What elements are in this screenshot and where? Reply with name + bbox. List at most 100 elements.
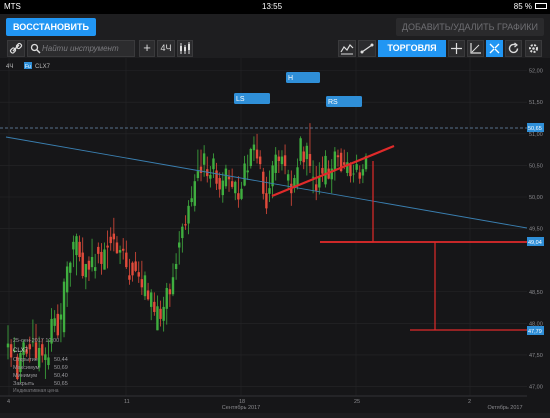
y-tick-label: 51,00	[529, 132, 543, 138]
info-open-val: 50,44	[54, 357, 68, 363]
candle-body	[221, 180, 224, 196]
candle-body	[47, 357, 50, 366]
candle-body	[358, 172, 361, 179]
chart-type-button[interactable]	[338, 40, 356, 57]
candle-body	[274, 154, 277, 173]
candle-body	[352, 173, 355, 175]
candle-body	[237, 193, 240, 200]
refresh-button[interactable]	[505, 40, 522, 57]
candle-body	[87, 260, 91, 270]
refresh-icon	[508, 42, 519, 54]
link-button[interactable]	[7, 40, 25, 57]
chart-timeframe-label: 4Ч	[6, 64, 13, 70]
candle-body	[41, 344, 44, 356]
carrier-label: MTS	[4, 2, 21, 11]
candles	[6, 123, 368, 383]
clock-label: 13:55	[262, 2, 283, 11]
candle-body	[121, 248, 125, 251]
target-tag-1-text: 49,04	[528, 240, 542, 246]
candle-body	[56, 313, 60, 336]
settings-button[interactable]	[525, 40, 542, 57]
candle-body	[255, 149, 259, 159]
candle-body	[53, 318, 56, 326]
add-remove-charts-button[interactable]: ДОБАВИТЬ/УДАЛИТЬ ГРАФИКИ	[395, 18, 544, 36]
candle-body	[97, 246, 100, 254]
restore-button[interactable]: ВОССТАНОВИТЬ	[6, 18, 96, 36]
x-tick-label: 2	[468, 399, 471, 405]
candle-body	[137, 272, 140, 277]
candle-body	[143, 275, 147, 297]
candle-body	[115, 242, 119, 254]
info-close-val: 50,65	[54, 381, 68, 387]
fullscreen-button[interactable]	[486, 40, 503, 57]
price-chart[interactable]: 52,0051,5051,0050,5050,0049,5048,5048,00…	[0, 58, 550, 413]
trendline-icon	[360, 43, 374, 54]
axis-icon	[470, 43, 481, 54]
candle-body	[34, 342, 38, 359]
x-tick-label: 25	[354, 399, 360, 405]
info-high-val: 50,69	[54, 365, 68, 371]
chart-area[interactable]: 52,00 51,50 51,00 50,50 50,00 49,50 48,50 48,00…	[0, 58, 550, 413]
candle-body	[156, 306, 159, 331]
add-instrument-button[interactable]: +	[139, 40, 155, 57]
gear-icon	[529, 44, 538, 53]
candle-body	[321, 167, 324, 174]
candle-body	[178, 242, 181, 248]
candle-body	[90, 257, 94, 268]
candle-body	[212, 158, 215, 170]
indicators-button[interactable]	[177, 40, 193, 57]
candle-body	[100, 251, 103, 264]
crosshair-button[interactable]	[448, 40, 465, 57]
status-bar: MTS 13:55 85 %	[0, 0, 550, 14]
info-footer: Индикативная цена	[13, 388, 59, 394]
candle-body	[252, 144, 256, 151]
trade-button[interactable]: ТОРГОВЛЯ	[378, 40, 446, 57]
neckline	[271, 144, 395, 198]
candle-body	[6, 343, 10, 348]
candle-body	[265, 193, 268, 209]
search-input[interactable]	[42, 42, 132, 55]
info-low-val: 50,40	[54, 373, 68, 379]
candle-body	[283, 155, 287, 167]
battery-label: 85 %	[513, 2, 532, 11]
candle-body	[234, 181, 237, 194]
info-low-key: Минимум	[13, 373, 37, 379]
candle-body	[227, 176, 231, 180]
candle-body	[28, 344, 31, 350]
search-icon	[30, 43, 41, 54]
draw-line-button[interactable]	[358, 40, 376, 57]
instrument-search[interactable]	[27, 40, 135, 57]
candle-body	[62, 281, 66, 333]
plus-icon: +	[143, 40, 151, 55]
info-symbol: CLX7	[13, 348, 29, 354]
collapse-icon	[489, 43, 500, 54]
candle-body	[174, 263, 178, 270]
toolbar: + 4Ч ТОРГОВЛЯ	[0, 40, 550, 58]
candle-body	[240, 188, 243, 199]
candle-body	[333, 151, 337, 171]
candle-body	[184, 224, 187, 226]
candle-body	[268, 188, 271, 194]
y-tick-label: 47,50	[529, 353, 543, 359]
candle-body	[150, 292, 153, 307]
top-bar: ВОССТАНОВИТЬ ДОБАВИТЬ/УДАЛИТЬ ГРАФИКИ	[0, 14, 550, 40]
candles-icon	[180, 42, 190, 54]
candle-body	[69, 262, 72, 273]
y-tick-label: 50,50	[529, 163, 543, 169]
candle-body	[280, 156, 284, 165]
link-icon	[9, 42, 23, 54]
info-close-key: Закрыть	[13, 381, 34, 387]
y-tick-label: 48,50	[529, 290, 543, 296]
x-month-label: Октябрь 2017	[487, 405, 522, 411]
x-tick-label: 4	[7, 399, 10, 405]
candle-body	[134, 261, 137, 271]
candle-body	[106, 245, 109, 248]
candle-body	[243, 163, 246, 186]
scale-button[interactable]	[467, 40, 484, 57]
candle-body	[209, 174, 212, 179]
current-price-text: 50,65	[528, 126, 542, 132]
candle-body	[168, 289, 172, 295]
candle-body	[72, 241, 75, 250]
timeframe-button[interactable]: 4Ч	[157, 40, 175, 57]
candle-body	[314, 184, 318, 191]
